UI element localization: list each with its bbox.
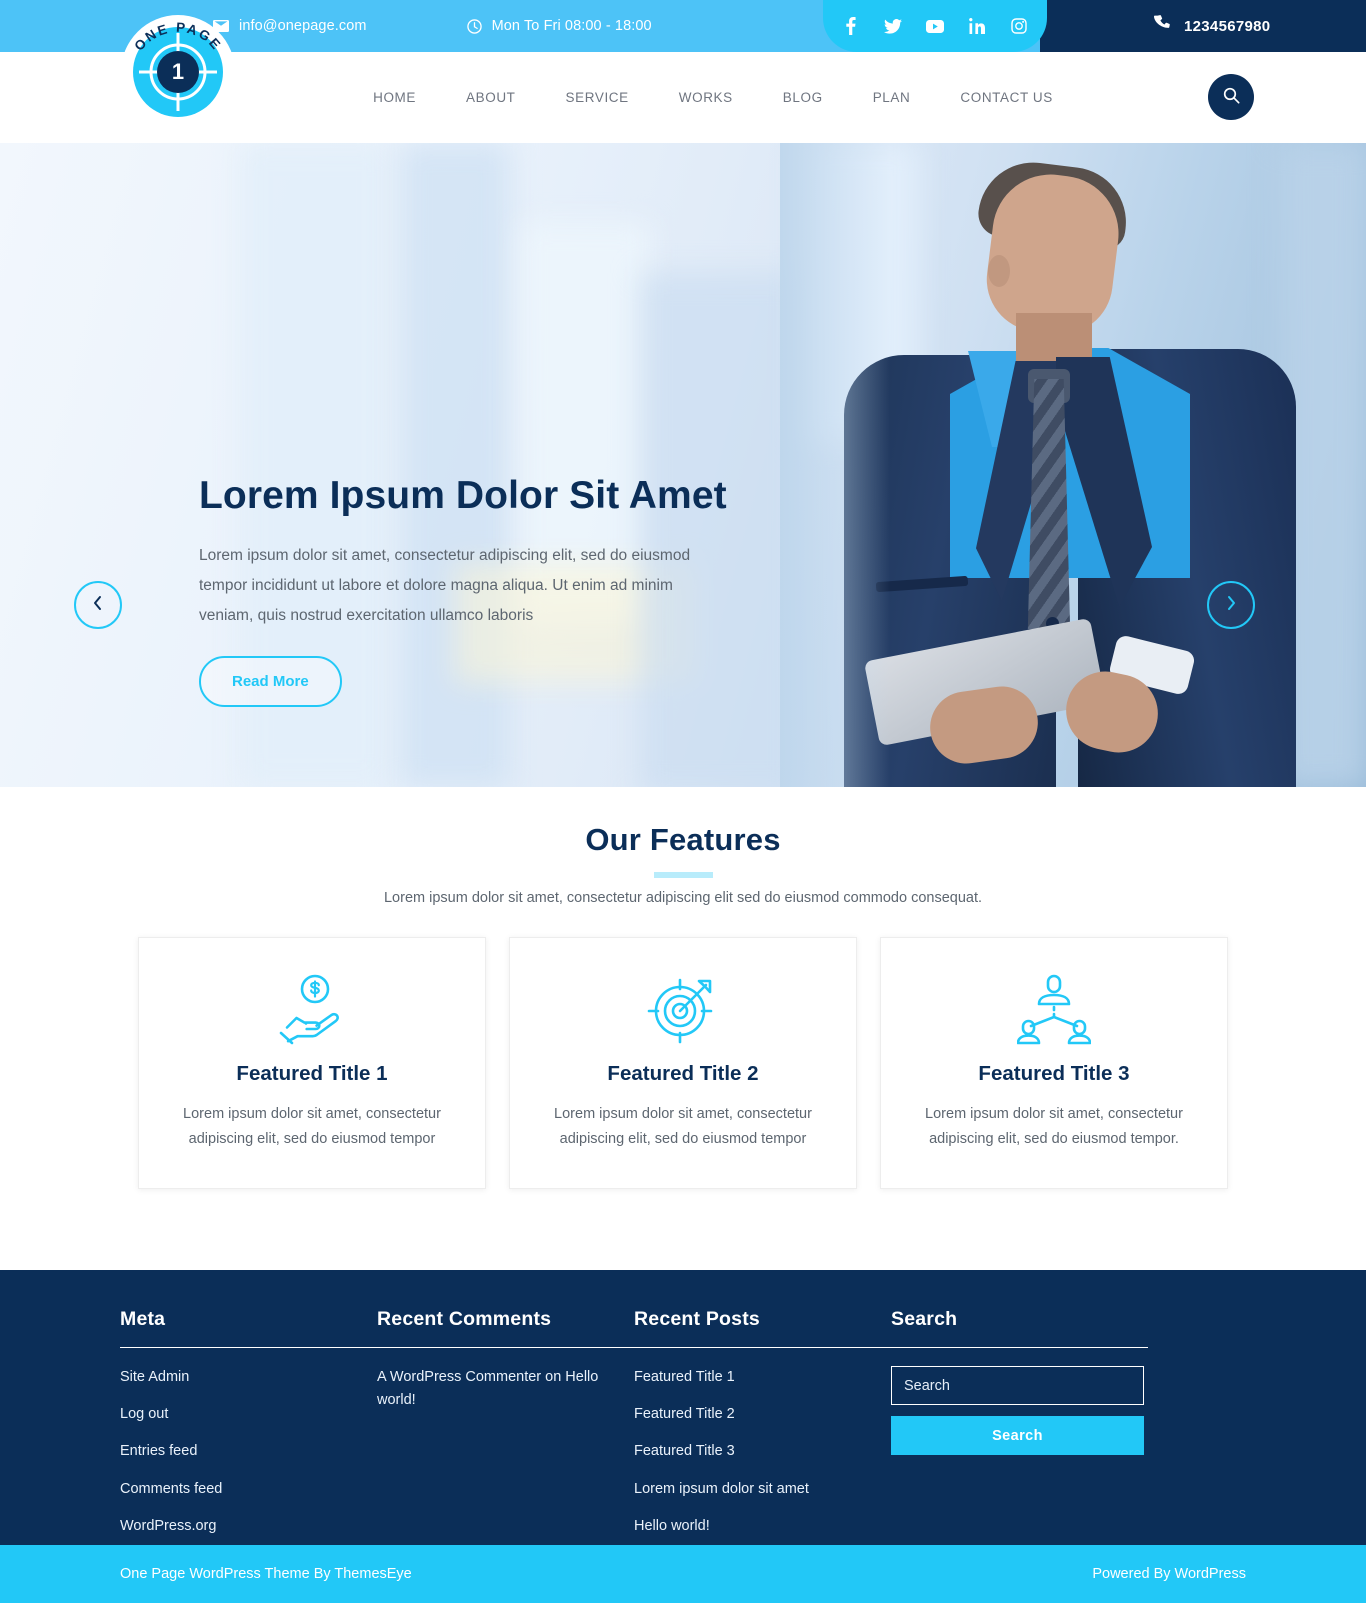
list-item: Comments feed bbox=[120, 1478, 377, 1501]
hand-holding-dollar-icon bbox=[275, 968, 349, 1048]
hero-description: Lorem ipsum dolor sit amet, consectetur … bbox=[199, 547, 691, 625]
phone-number: 1234567980 bbox=[1184, 17, 1271, 35]
feature-card-description: Lorem ipsum dolor sit amet, consectetur … bbox=[183, 1106, 441, 1148]
meta-link-entries-feed[interactable]: Entries feed bbox=[120, 1443, 197, 1459]
instagram-icon[interactable] bbox=[1010, 17, 1028, 35]
feature-card-description: Lorem ipsum dolor sit amet, consectetur … bbox=[925, 1106, 1183, 1148]
footer-heading-recent-posts: Recent Posts bbox=[634, 1308, 760, 1330]
site-footer: Meta Site Admin Log out Entries feed Com… bbox=[0, 1270, 1366, 1545]
carousel-prev-button[interactable] bbox=[74, 581, 122, 629]
hero-image-businessman bbox=[830, 143, 1300, 787]
recent-posts-list: Featured Title 1 Featured Title 2 Featur… bbox=[634, 1366, 891, 1538]
footer-widget-recent-posts: Recent Posts Featured Title 1 Featured T… bbox=[634, 1308, 891, 1552]
team-hierarchy-icon bbox=[1017, 968, 1091, 1048]
nav-item-service[interactable]: SERVICE bbox=[541, 90, 654, 105]
social-links bbox=[823, 0, 1047, 52]
youtube-icon[interactable] bbox=[926, 17, 944, 35]
footer-bottom-bar: One Page WordPress Theme By ThemesEye Po… bbox=[0, 1545, 1366, 1603]
list-item: A WordPress Commenter on Hello world! bbox=[377, 1366, 634, 1412]
clock-icon bbox=[466, 18, 482, 34]
list-item: Lorem ipsum dolor sit amet bbox=[634, 1478, 891, 1501]
recent-post-link-2[interactable]: Featured Title 2 bbox=[634, 1406, 735, 1422]
recent-comments-list: A WordPress Commenter on Hello world! bbox=[377, 1366, 634, 1412]
site-logo[interactable]: 1 ONE PAGE bbox=[121, 15, 235, 129]
read-more-button[interactable]: Read More bbox=[199, 655, 342, 707]
meta-link-site-admin[interactable]: Site Admin bbox=[120, 1369, 189, 1385]
list-item: Featured Title 2 bbox=[634, 1403, 891, 1426]
recent-post-link-3[interactable]: Featured Title 3 bbox=[634, 1443, 735, 1459]
list-item: Site Admin bbox=[120, 1366, 377, 1389]
nav-item-home[interactable]: HOME bbox=[348, 90, 441, 105]
footer-heading-recent-comments: Recent Comments bbox=[377, 1308, 552, 1330]
recent-post-link-5[interactable]: Hello world! bbox=[634, 1518, 710, 1534]
target-arrow-icon bbox=[646, 968, 720, 1048]
linkedin-icon[interactable] bbox=[968, 17, 986, 35]
features-section: Our Features Lorem ipsum dolor sit amet,… bbox=[0, 787, 1366, 1270]
list-item: WordPress.org bbox=[120, 1515, 377, 1538]
main-navigation: HOME ABOUT SERVICE WORKS BLOG PLAN CONTA… bbox=[288, 90, 1078, 105]
footer-divider bbox=[377, 1347, 634, 1348]
carousel-next-button[interactable] bbox=[1207, 581, 1255, 629]
recent-post-link-1[interactable]: Featured Title 1 bbox=[634, 1369, 735, 1385]
footer-divider bbox=[891, 1347, 1148, 1348]
list-item: Featured Title 3 bbox=[634, 1440, 891, 1463]
feature-card[interactable]: Featured Title 2 Lorem ipsum dolor sit a… bbox=[509, 937, 857, 1189]
search-submit-button[interactable]: Search bbox=[891, 1416, 1144, 1455]
features-card-list: Featured Title 1 Lorem ipsum dolor sit a… bbox=[0, 937, 1366, 1189]
twitter-icon[interactable] bbox=[884, 17, 902, 35]
email-text: info@onepage.com bbox=[239, 18, 367, 34]
hours-text: Mon To Fri 08:00 - 18:00 bbox=[491, 18, 652, 34]
feature-card-description: Lorem ipsum dolor sit amet, consectetur … bbox=[554, 1106, 812, 1148]
feature-card-title: Featured Title 2 bbox=[607, 1062, 759, 1085]
list-item: Log out bbox=[120, 1403, 377, 1426]
recent-post-link-4[interactable]: Lorem ipsum dolor sit amet bbox=[634, 1481, 809, 1497]
hero-slider: Lorem Ipsum Dolor Sit Amet Lorem ipsum d… bbox=[0, 143, 1366, 787]
list-item: Hello world! bbox=[634, 1515, 891, 1538]
features-title: Our Features bbox=[585, 822, 781, 857]
list-item: Entries feed bbox=[120, 1440, 377, 1463]
footer-widget-recent-comments: Recent Comments A WordPress Commenter on… bbox=[377, 1308, 634, 1552]
footer-heading-search: Search bbox=[891, 1308, 958, 1330]
chevron-right-icon bbox=[1225, 595, 1237, 616]
search-icon bbox=[1223, 87, 1240, 107]
nav-item-contact-us[interactable]: CONTACT US bbox=[935, 90, 1078, 105]
powered-by-text: Powered By WordPress bbox=[1092, 1566, 1246, 1582]
meta-link-wordpress-org[interactable]: WordPress.org bbox=[120, 1518, 216, 1534]
nav-item-works[interactable]: WORKS bbox=[654, 90, 758, 105]
meta-link-log-out[interactable]: Log out bbox=[120, 1406, 168, 1422]
phone-contact[interactable]: 1234567980 bbox=[1040, 0, 1366, 52]
footer-widget-search: Search Search bbox=[891, 1308, 1148, 1552]
list-item: Featured Title 1 bbox=[634, 1366, 891, 1389]
copyright-text: One Page WordPress Theme By ThemesEye bbox=[120, 1566, 412, 1582]
nav-item-about[interactable]: ABOUT bbox=[441, 90, 541, 105]
footer-divider bbox=[120, 1347, 377, 1348]
feature-card-title: Featured Title 1 bbox=[236, 1062, 388, 1085]
footer-widget-meta: Meta Site Admin Log out Entries feed Com… bbox=[120, 1308, 377, 1552]
chevron-left-icon bbox=[92, 595, 104, 616]
feature-card[interactable]: Featured Title 3 Lorem ipsum dolor sit a… bbox=[880, 937, 1228, 1189]
footer-divider bbox=[634, 1347, 891, 1348]
hours-contact: Mon To Fri 08:00 - 18:00 bbox=[466, 18, 652, 34]
nav-item-plan[interactable]: PLAN bbox=[848, 90, 936, 105]
phone-icon bbox=[1154, 14, 1172, 38]
top-bar-contact-group: info@onepage.com Mon To Fri 08:00 - 18:0… bbox=[213, 18, 652, 34]
email-contact[interactable]: info@onepage.com bbox=[213, 18, 367, 34]
site-header: 1 ONE PAGE HOME ABOUT SERVICE WORKS BLOG… bbox=[0, 15, 1366, 143]
facebook-icon[interactable] bbox=[842, 17, 860, 35]
nav-item-blog[interactable]: BLOG bbox=[758, 90, 848, 105]
footer-heading-meta: Meta bbox=[120, 1308, 166, 1330]
search-input[interactable] bbox=[891, 1366, 1144, 1405]
features-title-underline bbox=[653, 872, 713, 878]
logo-number: 1 bbox=[157, 51, 199, 93]
features-subtitle: Lorem ipsum dolor sit amet, consectetur … bbox=[383, 890, 983, 906]
hero-title: Lorem Ipsum Dolor Sit Amet bbox=[199, 474, 727, 517]
meta-link-list: Site Admin Log out Entries feed Comments… bbox=[120, 1366, 377, 1538]
recent-comment-item[interactable]: A WordPress Commenter on Hello world! bbox=[377, 1369, 598, 1408]
header-search-button[interactable] bbox=[1208, 74, 1254, 120]
meta-link-comments-feed[interactable]: Comments feed bbox=[120, 1481, 222, 1497]
hero-content: Lorem Ipsum Dolor Sit Amet Lorem ipsum d… bbox=[199, 473, 729, 707]
feature-card-title: Featured Title 3 bbox=[978, 1062, 1130, 1085]
feature-card[interactable]: Featured Title 1 Lorem ipsum dolor sit a… bbox=[138, 937, 486, 1189]
